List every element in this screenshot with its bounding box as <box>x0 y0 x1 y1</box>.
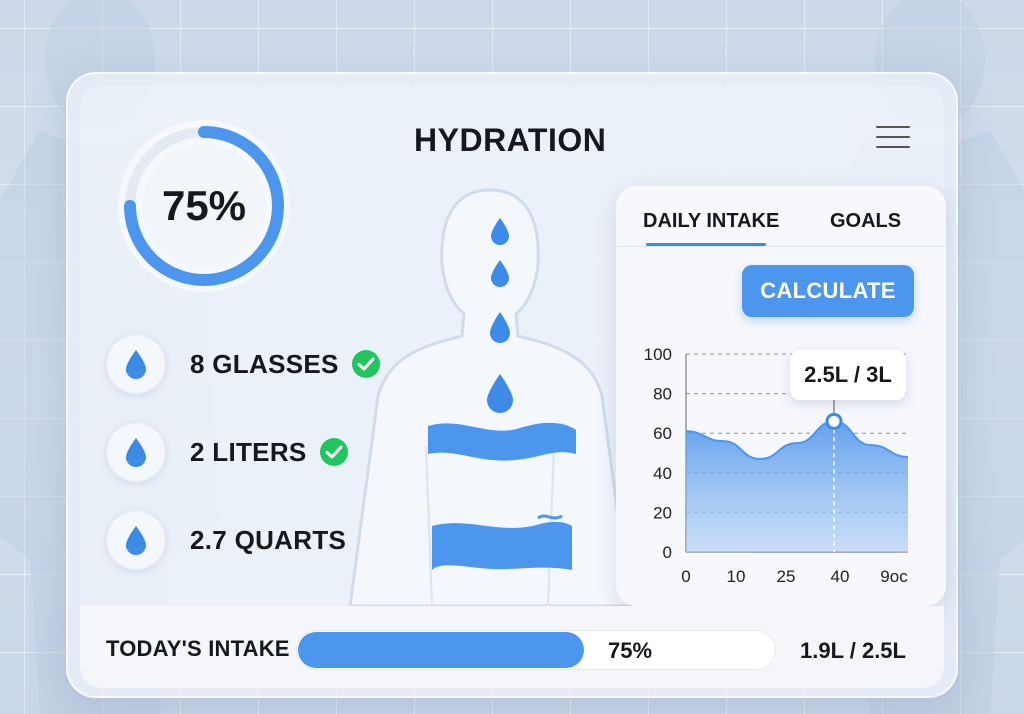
intake-amount-label: 1.9L / 2.5L <box>800 638 906 663</box>
stat-label: 2.7 QUARTS <box>190 524 347 555</box>
hamburger-menu-icon[interactable] <box>876 126 910 150</box>
progress-percent-label: 75% <box>161 182 247 229</box>
calculate-button[interactable]: CALCULATE <box>742 265 914 317</box>
water-drop-icon <box>106 334 166 394</box>
y-tick-label: 60 <box>653 424 672 443</box>
highlight-point <box>825 412 843 430</box>
active-tab-indicator <box>646 243 766 246</box>
x-tick-label: 25 <box>777 567 796 586</box>
x-tick-label: 0 <box>681 567 690 586</box>
y-tick-label: 20 <box>653 503 672 522</box>
intake-progress-fill <box>298 632 584 668</box>
intake-percent-label: 75% <box>608 638 653 663</box>
stat-liters: 2 LITERS <box>106 422 349 482</box>
water-drop-icon <box>106 510 166 570</box>
y-tick-label: 0 <box>663 543 672 562</box>
chart-tooltip: 2.5L / 3L <box>790 350 906 400</box>
tab-divider <box>616 246 946 247</box>
y-tick-label: 80 <box>653 385 672 404</box>
page-title: HYDRATION <box>414 122 607 158</box>
x-tick-label: 40 <box>831 567 850 586</box>
stat-label: 8 GLASSES <box>190 348 339 379</box>
water-drop-icon <box>106 422 166 482</box>
y-tick-label: 100 <box>644 345 672 364</box>
tab-daily-intake[interactable]: DAILY INTAKE <box>643 210 779 233</box>
todays-intake-label: TODAY'S INTAKE <box>106 636 290 661</box>
intake-progress-bar <box>296 630 776 670</box>
stat-label: 2 LITERS <box>190 436 307 467</box>
y-tick-label: 40 <box>653 464 672 483</box>
hydration-progress-ring: 75% <box>116 118 292 294</box>
body-illustration <box>348 188 632 606</box>
x-tick-label: 10 <box>727 567 746 586</box>
tab-goals[interactable]: GOALS <box>830 210 901 233</box>
x-tick-label: 9oc <box>880 567 908 586</box>
